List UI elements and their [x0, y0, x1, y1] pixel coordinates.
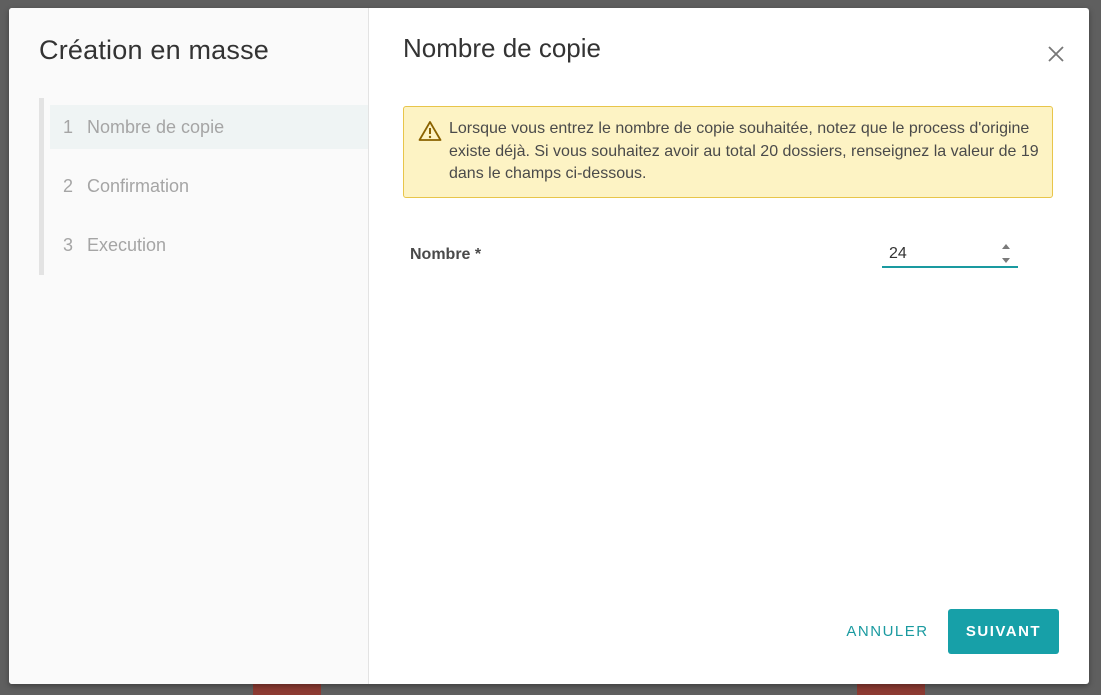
background-red-block [857, 684, 925, 695]
step-confirmation[interactable]: 2 Confirmation [50, 164, 368, 208]
increment-arrow-icon[interactable] [1002, 244, 1010, 249]
background-red-block [253, 684, 321, 695]
nombre-label: Nombre * [410, 246, 482, 263]
close-icon[interactable] [1046, 44, 1066, 64]
bulk-creation-modal: Création en masse 1 Nombre de copie 2 Co… [9, 8, 1089, 684]
next-button[interactable]: SUIVANT [948, 609, 1059, 654]
wizard-title: Création en masse [39, 35, 270, 65]
nombre-input[interactable] [882, 242, 1018, 268]
step-number: 2 [63, 175, 74, 196]
decrement-arrow-icon[interactable] [1002, 258, 1010, 263]
number-spinner[interactable] [1000, 241, 1012, 267]
step-number: 3 [63, 234, 74, 255]
page-title: Nombre de copie [403, 33, 601, 63]
alert-message: Lorsque vous entrez le nombre de copie s… [449, 120, 1039, 182]
wizard-sidebar: Création en masse 1 Nombre de copie 2 Co… [9, 8, 369, 684]
wizard-content: Nombre de copie Lorsque vous entrez le n… [369, 8, 1089, 684]
step-label: Nombre de copie [87, 116, 225, 137]
step-nombre-de-copie[interactable]: 1 Nombre de copie [50, 105, 368, 149]
step-label: Confirmation [87, 175, 190, 196]
step-execution[interactable]: 3 Execution [50, 223, 368, 267]
wizard-steps: 1 Nombre de copie 2 Confirmation 3 Execu… [39, 98, 373, 275]
warning-alert: Lorsque vous entrez le nombre de copie s… [403, 106, 1053, 198]
cancel-button[interactable]: ANNULER [838, 609, 937, 654]
step-number: 1 [63, 116, 74, 137]
step-label: Execution [87, 234, 167, 255]
warning-icon [418, 120, 442, 142]
